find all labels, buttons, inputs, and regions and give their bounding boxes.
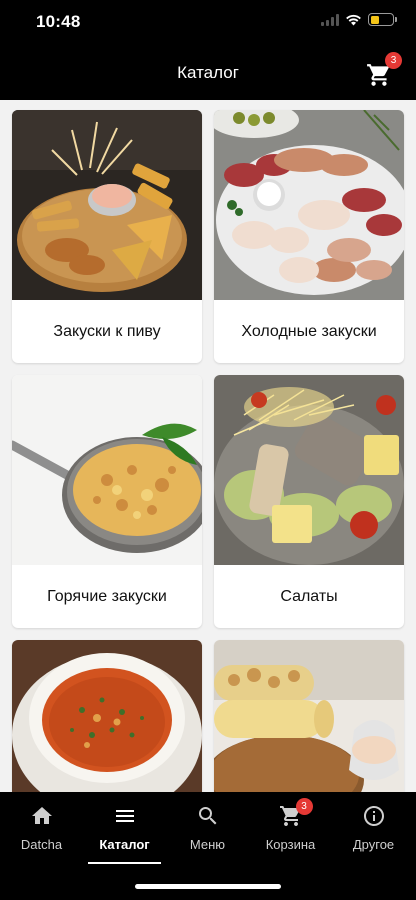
battery-icon [368, 13, 397, 26]
home-icon [31, 807, 52, 824]
hot-appetizer-photo [12, 375, 202, 565]
tab-cart[interactable]: 3 Корзина [249, 798, 332, 852]
tab-label: Datcha [20, 837, 63, 852]
home-indicator[interactable] [135, 884, 281, 889]
page-title: Каталог [177, 63, 239, 82]
cold-cuts-photo [214, 110, 404, 300]
category-card-beer-snacks[interactable]: Закуски к пиву [12, 110, 202, 363]
tab-datcha[interactable]: Datcha [0, 804, 83, 852]
category-card-cold-snacks[interactable]: Холодные закуски [214, 110, 404, 363]
cart-icon-wrapper: 3 [279, 798, 313, 828]
category-card-soups[interactable] [12, 640, 202, 792]
navigation-bar: Каталог 3 [0, 44, 416, 100]
tab-catalog[interactable]: Каталог [83, 804, 166, 852]
soup-photo [12, 640, 202, 792]
beer-snacks-photo [12, 110, 202, 300]
category-label: Салаты [280, 587, 338, 605]
category-label: Холодные закуски [241, 322, 377, 340]
category-grid: Закуски к пиву Холодные закуски Горячие … [12, 110, 404, 792]
category-label: Закуски к пиву [53, 322, 161, 340]
tab-menu[interactable]: Меню [166, 804, 249, 852]
menu-lines-icon [115, 810, 134, 822]
tab-label: Корзина [265, 837, 316, 852]
shawarma-photo [214, 640, 404, 792]
tab-label: Другое [352, 837, 395, 852]
category-card-hot-snacks[interactable]: Горячие закуски [12, 375, 202, 628]
tab-label: Меню [189, 837, 226, 852]
status-icons [321, 13, 397, 26]
tab-other[interactable]: Другое [332, 804, 415, 852]
status-bar: 10:48 [0, 0, 416, 44]
category-label: Горячие закуски [47, 587, 167, 605]
catalog-content[interactable]: Закуски к пиву Холодные закуски Горячие … [0, 100, 416, 792]
status-time: 10:48 [36, 12, 81, 31]
info-icon [363, 806, 384, 826]
cellular-signal-icon [321, 13, 339, 26]
category-card-rolls[interactable] [214, 640, 404, 792]
salad-photo [214, 375, 404, 565]
tab-label: Каталог [99, 837, 150, 852]
wifi-icon [346, 14, 361, 26]
cart-badge: 3 [385, 52, 402, 69]
active-tab-indicator [88, 862, 161, 864]
search-icon [198, 807, 216, 825]
category-card-salads[interactable]: Салаты [214, 375, 404, 628]
cart-button[interactable]: 3 [364, 52, 402, 88]
cart-tab-badge: 3 [295, 798, 313, 815]
